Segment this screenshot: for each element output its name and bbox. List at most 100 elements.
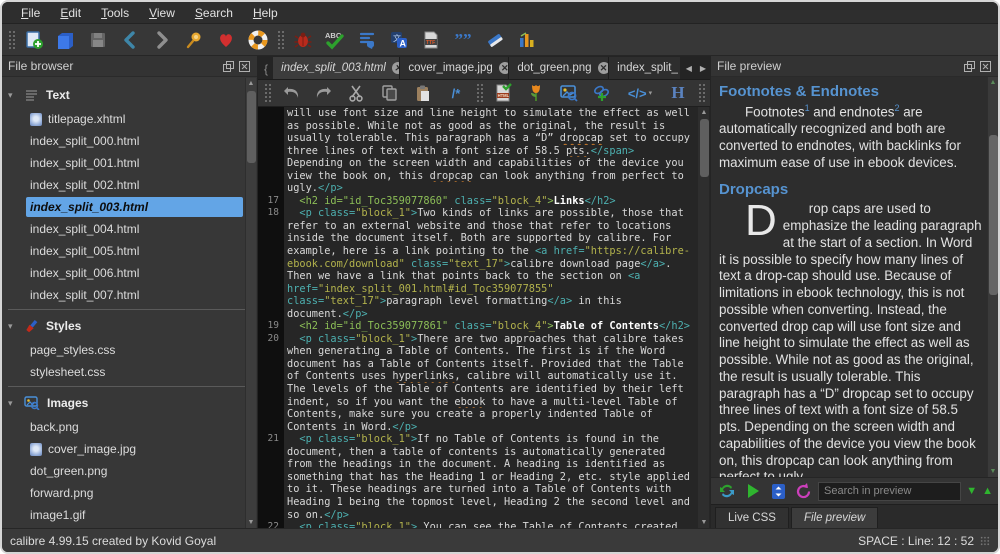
refresh-preview-icon[interactable] <box>716 478 738 504</box>
code-row[interactable]: something that has the Heading 1 or Head… <box>258 471 698 484</box>
close-tab-icon[interactable]: ✕ <box>598 62 610 74</box>
toolbar-drag-handle[interactable] <box>264 83 271 103</box>
new-book-icon[interactable] <box>21 27 47 53</box>
section-text[interactable]: ▾Text <box>2 83 257 107</box>
code-row[interactable]: view the book on, this dropcap can look … <box>258 170 698 183</box>
toolbar-drag-handle[interactable] <box>277 30 284 50</box>
code-row[interactable]: to it. These headings are turned into a … <box>258 483 698 496</box>
code-row[interactable]: as possible. While not as good as the or… <box>258 120 698 133</box>
reload-preview-icon[interactable] <box>793 478 813 504</box>
reports-icon[interactable] <box>514 27 540 53</box>
code-row[interactable]: refer to an external website and those t… <box>258 220 698 233</box>
translate-icon[interactable]: 文A <box>386 27 412 53</box>
file-item[interactable]: index_split_006.html <box>26 263 243 283</box>
copy-icon[interactable] <box>377 80 403 106</box>
redo-icon[interactable] <box>311 80 337 106</box>
code-row[interactable]: Then we have a link that points back to … <box>258 270 698 283</box>
code-row[interactable]: example, here is a link pointing to the … <box>258 245 698 258</box>
check-book-bug-icon[interactable] <box>290 27 316 53</box>
find-previous-icon[interactable]: ▲ <box>982 485 993 497</box>
find-next-icon[interactable]: ▼ <box>966 485 977 497</box>
float-panel-icon[interactable] <box>963 60 976 73</box>
code-row[interactable]: 17 <h2 id="id_Toc359077860" class="block… <box>258 195 698 208</box>
paste-icon[interactable] <box>410 80 436 106</box>
code-row[interactable]: Contents in Word.</p> <box>258 421 698 434</box>
insert-image-icon[interactable] <box>556 80 582 106</box>
file-item[interactable]: index_split_000.html <box>26 131 243 151</box>
code-row[interactable]: document has a Table of Contents itself.… <box>258 358 698 371</box>
menu-item-edit[interactable]: Edit <box>51 4 90 22</box>
spell-check-icon[interactable]: ABC <box>322 27 348 53</box>
file-item[interactable]: index_split_007.html <box>26 285 243 305</box>
close-tab-icon[interactable]: ✕ <box>499 62 510 74</box>
remove-unused-css-icon[interactable] <box>482 27 508 53</box>
code-editor[interactable]: will use font size and line height to si… <box>258 107 710 528</box>
forward-icon[interactable] <box>149 27 175 53</box>
code-row[interactable]: Contents, make sure you create a properl… <box>258 408 698 421</box>
beautify-icon[interactable] <box>523 80 549 106</box>
file-item[interactable]: image1.gif <box>26 505 243 525</box>
smarten-punctuation-icon[interactable]: ”” <box>450 27 476 53</box>
resize-grip[interactable] <box>980 536 990 546</box>
heading-icon[interactable]: H <box>665 80 691 106</box>
code-row[interactable]: indent, so if you want the ebook to have… <box>258 396 698 409</box>
preview-search-input[interactable] <box>818 482 961 501</box>
code-row[interactable]: so on.</p> <box>258 509 698 522</box>
code-row[interactable]: three lines of text with a font size of … <box>258 145 698 158</box>
file-item[interactable]: titlepage.xhtml <box>26 109 243 129</box>
file-item[interactable]: index_split_001.html <box>26 153 243 173</box>
toolbar-drag-handle[interactable] <box>8 30 15 50</box>
code-row[interactable]: 20 <p class="block_1">There are two appr… <box>258 333 698 346</box>
scroll-tabs-left-icon[interactable]: ◀ <box>682 64 696 73</box>
file-item[interactable]: index_split_003.html <box>26 197 243 217</box>
undo-icon[interactable] <box>278 80 304 106</box>
code-row[interactable]: 19 <h2 id="id_Toc359077861" class="block… <box>258 320 698 333</box>
fix-html-icon[interactable]: HTML <box>490 80 516 106</box>
code-row[interactable]: usually tolerable. This paragraph has a … <box>258 132 698 145</box>
code-row[interactable]: inside the document itself. Both are sup… <box>258 232 698 245</box>
float-panel-icon[interactable] <box>222 60 235 73</box>
close-panel-icon[interactable] <box>238 60 251 73</box>
file-item[interactable]: back.png <box>26 417 243 437</box>
sync-position-icon[interactable] <box>768 478 788 504</box>
file-item[interactable]: index_split_005.html <box>26 241 243 261</box>
code-row[interactable]: The levels of the Table of Contents are … <box>258 383 698 396</box>
section-images[interactable]: ▾Images <box>2 391 257 415</box>
code-row[interactable]: will use font size and line height to si… <box>258 107 698 120</box>
code-row[interactable]: Heading 1 being the topmost level, Headi… <box>258 496 698 509</box>
preview-scrollbar[interactable]: ▲ ▼ <box>987 77 998 477</box>
toolbar-drag-handle[interactable] <box>698 83 705 103</box>
file-item[interactable]: dot_green.png <box>26 461 243 481</box>
file-item[interactable]: page_styles.css <box>26 340 243 360</box>
section-styles[interactable]: ▾Styles <box>2 314 257 338</box>
pin-icon[interactable] <box>181 27 207 53</box>
menu-item-file[interactable]: File <box>12 4 49 22</box>
menu-item-view[interactable]: View <box>140 4 184 22</box>
code-row[interactable]: 22 <p class="block_1"> You can see the T… <box>258 521 698 528</box>
arrange-icon[interactable] <box>354 27 380 53</box>
code-row[interactable]: document, then a table of contents is au… <box>258 446 698 459</box>
editor-tab[interactable]: cover_image.jpg✕ <box>400 57 509 79</box>
file-item[interactable]: index_split_004.html <box>26 219 243 239</box>
insert-special-character-icon[interactable] <box>589 80 615 106</box>
donate-heart-icon[interactable] <box>213 27 239 53</box>
insert-comment-icon[interactable]: /* <box>443 80 469 106</box>
toolbar-drag-handle[interactable] <box>476 83 483 103</box>
back-icon[interactable] <box>117 27 143 53</box>
menu-item-tools[interactable]: Tools <box>92 4 138 22</box>
embed-fonts-icon[interactable]: TTF <box>418 27 444 53</box>
file-browser-scrollbar[interactable]: ▲ ▼ <box>245 78 256 528</box>
close-panel-icon[interactable] <box>979 60 992 73</box>
scroll-tabs-right-icon[interactable]: ▶ <box>696 64 710 73</box>
open-book-icon[interactable] <box>53 27 79 53</box>
file-item[interactable]: cover_image.jpg <box>26 439 243 459</box>
cut-icon[interactable] <box>344 80 370 106</box>
file-item[interactable]: stylesheet.css <box>26 362 243 382</box>
editor-tab[interactable]: index_split_003.html✕ <box>273 57 400 79</box>
file-item[interactable]: forward.png <box>26 483 243 503</box>
code-row[interactable]: when generating a Table of Contents. The… <box>258 345 698 358</box>
preview-tab-live-css[interactable]: Live CSS <box>715 507 789 528</box>
code-row[interactable]: href="index_split_001.html#id_Toc3590778… <box>258 283 698 296</box>
code-row[interactable]: 21 <p class="block_1">If no Table of Con… <box>258 433 698 446</box>
file-item[interactable]: index_split_002.html <box>26 175 243 195</box>
